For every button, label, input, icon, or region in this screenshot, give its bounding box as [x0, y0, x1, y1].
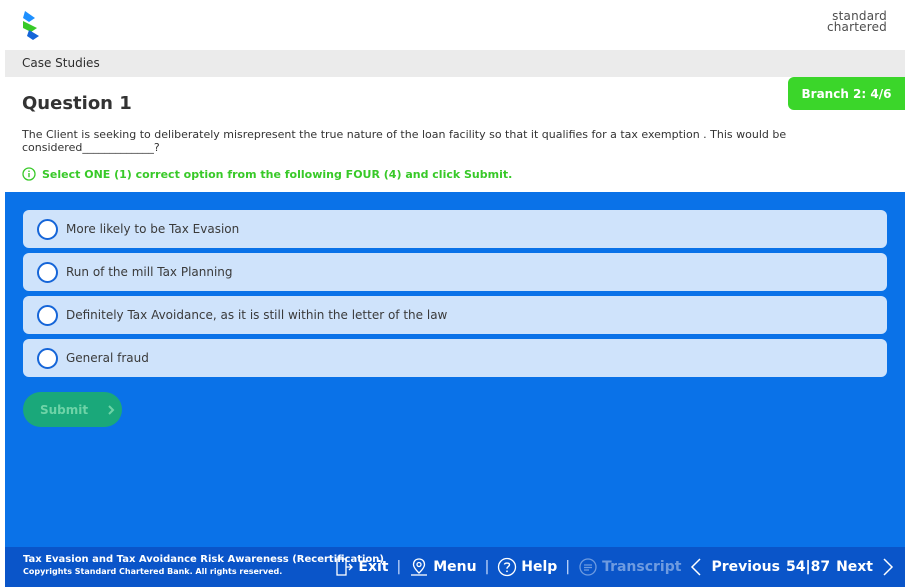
course-info: Tax Evasion and Tax Avoidance Risk Aware…	[23, 553, 384, 577]
separator: |	[484, 559, 490, 575]
question-text: The Client is seeking to deliberately mi…	[22, 128, 787, 154]
page-counter: 54|87	[786, 559, 830, 575]
brand-line-2: chartered	[826, 20, 887, 34]
radio-button[interactable]	[37, 347, 58, 369]
question-title: Question 1	[22, 93, 132, 114]
radio-button[interactable]	[37, 304, 58, 326]
previous-label: Previous	[711, 559, 780, 575]
footer: Tax Evasion and Tax Avoidance Risk Aware…	[5, 547, 905, 587]
breadcrumb-bar: Case Studies	[5, 50, 905, 77]
exit-label: Exit	[358, 559, 389, 575]
answer-option-4[interactable]: General fraud	[23, 339, 887, 377]
separator: |	[396, 559, 402, 575]
exit-button[interactable]: Exit	[334, 557, 388, 577]
menu-label: Menu	[433, 559, 477, 575]
brand-wordmark: standard chartered	[826, 10, 887, 34]
menu-button[interactable]: Menu	[409, 557, 477, 577]
transcript-button[interactable]: Transcript	[578, 557, 681, 577]
transcript-label: Transcript	[602, 559, 682, 575]
header: standard chartered	[5, 0, 905, 50]
instruction-text: Select ONE (1) correct option from the f…	[42, 167, 513, 181]
footer-nav: Exit | Menu | Help | Transcript Previous…	[334, 555, 897, 579]
info-icon	[22, 167, 36, 181]
next-button[interactable]: Next	[836, 557, 897, 577]
previous-button[interactable]: Previous	[687, 557, 780, 577]
standard-chartered-logo-icon	[23, 11, 39, 40]
option-label: Definitely Tax Avoidance, as it is still…	[66, 308, 448, 322]
copyright: Copyrights Standard Chartered Bank. All …	[23, 567, 283, 576]
chevron-right-icon	[883, 558, 894, 576]
chevron-right-icon	[108, 404, 115, 415]
page-current: 54	[785, 559, 806, 575]
radio-button[interactable]	[37, 218, 58, 240]
map-pin-icon	[411, 558, 428, 576]
branch-badge: Branch 2: 4/6	[788, 77, 905, 110]
answer-option-3[interactable]: Definitely Tax Avoidance, as it is still…	[23, 296, 887, 334]
transcript-icon	[579, 558, 597, 576]
radio-button[interactable]	[37, 261, 58, 283]
course-title: Tax Evasion and Tax Avoidance Risk Aware…	[23, 554, 384, 565]
chevron-left-icon	[691, 558, 701, 576]
course-frame: standard chartered Case Studies Branch 2…	[5, 0, 905, 587]
exit-door-icon	[336, 558, 354, 576]
answer-option-1[interactable]: More likely to be Tax Evasion	[23, 210, 887, 248]
answer-option-2[interactable]: Run of the mill Tax Planning	[23, 253, 887, 291]
breadcrumb: Case Studies	[22, 56, 100, 70]
separator: |	[565, 559, 571, 575]
help-button[interactable]: Help	[497, 557, 557, 577]
answer-panel: More likely to be Tax Evasion Run of the…	[5, 192, 905, 547]
next-label: Next	[836, 559, 873, 575]
help-question-icon	[498, 557, 517, 577]
option-label: Run of the mill Tax Planning	[66, 265, 233, 279]
instruction: Select ONE (1) correct option from the f…	[22, 167, 512, 181]
submit-button[interactable]: Submit	[23, 392, 122, 427]
page-total: 87	[810, 559, 831, 575]
option-label: More likely to be Tax Evasion	[66, 222, 240, 236]
help-label: Help	[521, 559, 558, 575]
option-label: General fraud	[66, 351, 149, 365]
submit-label: Submit	[40, 402, 89, 417]
